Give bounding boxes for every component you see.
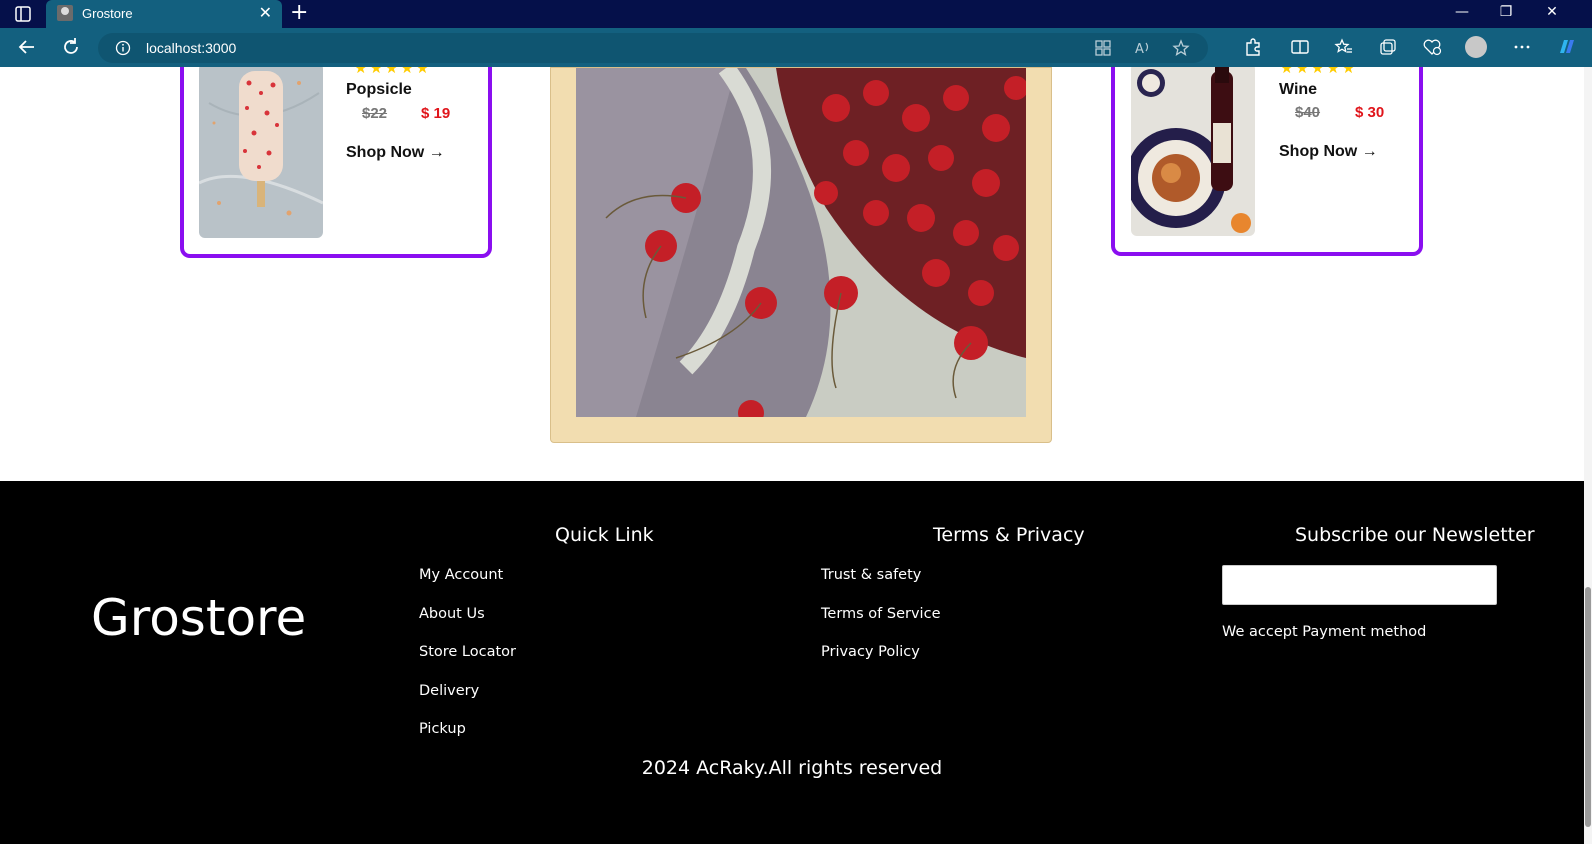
payment-method-text: We accept Payment method [1222, 624, 1427, 640]
scrollbar-thumb[interactable] [1585, 587, 1591, 827]
old-price: $40 [1295, 104, 1321, 121]
product-image-popsicle [199, 67, 323, 238]
close-window-icon[interactable]: ✕ [1542, 4, 1562, 20]
page-scrollbar[interactable] [1584, 67, 1592, 844]
svg-text:A: A [1135, 42, 1144, 57]
read-aloud-icon[interactable]: A [1134, 39, 1152, 57]
new-price: $ 30 [1355, 104, 1385, 121]
browser-essentials-icon[interactable] [1422, 37, 1442, 57]
tab-actions-icon[interactable] [14, 5, 32, 23]
product-card: ★★★★★ Wine $40 $ 30 Shop Now → [1111, 67, 1423, 256]
footer-link-pickup[interactable]: Pickup [419, 721, 466, 737]
footer-link-terms-of-service[interactable]: Terms of Service [821, 606, 940, 622]
product-name: Popsicle [346, 81, 412, 98]
favicon-icon [57, 5, 73, 21]
rating-stars: ★★★★★ [354, 67, 431, 73]
new-price: $ 19 [421, 105, 451, 122]
shop-now-button[interactable]: Shop Now → [1279, 143, 1378, 161]
profile-avatar[interactable] [1465, 36, 1487, 58]
product-name: Wine [1279, 81, 1318, 98]
more-menu-icon[interactable] [1512, 37, 1532, 57]
refresh-icon[interactable] [60, 36, 82, 58]
rating-stars: ★★★★★ [1280, 67, 1357, 73]
product-card: ★★★★★ Popsicle $22 $ 19 Shop Now → [180, 67, 492, 258]
footer-link-delivery[interactable]: Delivery [419, 683, 479, 699]
site-footer: Grostore Quick Link My Account About Us … [0, 481, 1584, 844]
footer-link-privacy-policy[interactable]: Privacy Policy [821, 644, 920, 660]
shop-now-button[interactable]: Shop Now → [346, 144, 445, 162]
restore-icon[interactable]: ❐ [1496, 4, 1516, 20]
minimize-icon[interactable]: — [1452, 4, 1472, 20]
copyright-text: 2024 AcRaky.All rights reserved [641, 757, 943, 779]
featured-image-frame [550, 67, 1052, 443]
url-text: localhost:3000 [146, 40, 237, 56]
close-tab-icon[interactable]: ✕ [259, 4, 272, 22]
footer-link-about-us[interactable]: About Us [419, 606, 485, 622]
favorite-star-icon[interactable] [1172, 39, 1190, 57]
collections-icon[interactable] [1378, 37, 1398, 57]
footer-link-my-account[interactable]: My Account [419, 567, 503, 583]
product-image-wine [1131, 67, 1255, 236]
back-icon[interactable] [16, 36, 38, 58]
browser-toolbar: localhost:3000 A [0, 28, 1592, 67]
new-tab-icon[interactable]: + [290, 2, 308, 24]
page-content: ★★★★★ Popsicle $22 $ 19 Shop Now → [0, 67, 1592, 844]
extensions-icon[interactable] [1243, 37, 1263, 57]
copilot-icon[interactable] [1556, 37, 1576, 57]
old-price: $22 [362, 105, 388, 122]
terms-privacy-heading: Terms & Privacy [933, 524, 1085, 546]
browser-tab-bar: Grostore ✕ + — ❐ ✕ [0, 0, 1592, 28]
app-available-icon[interactable] [1094, 39, 1112, 57]
browser-tab[interactable]: Grostore ✕ [46, 0, 282, 28]
favorites-icon[interactable] [1334, 37, 1354, 57]
info-icon[interactable] [115, 40, 131, 56]
address-bar[interactable]: localhost:3000 A [98, 33, 1208, 63]
tab-title: Grostore [82, 6, 133, 21]
quick-link-heading: Quick Link [555, 524, 654, 546]
footer-link-trust-safety[interactable]: Trust & safety [821, 567, 921, 583]
split-screen-icon[interactable] [1290, 37, 1310, 57]
featured-cherries-image [576, 68, 1026, 417]
newsletter-heading: Subscribe our Newsletter [1295, 524, 1535, 546]
newsletter-email-input[interactable] [1222, 565, 1497, 605]
footer-link-store-locator[interactable]: Store Locator [419, 644, 516, 660]
footer-brand: Grostore [91, 589, 307, 647]
